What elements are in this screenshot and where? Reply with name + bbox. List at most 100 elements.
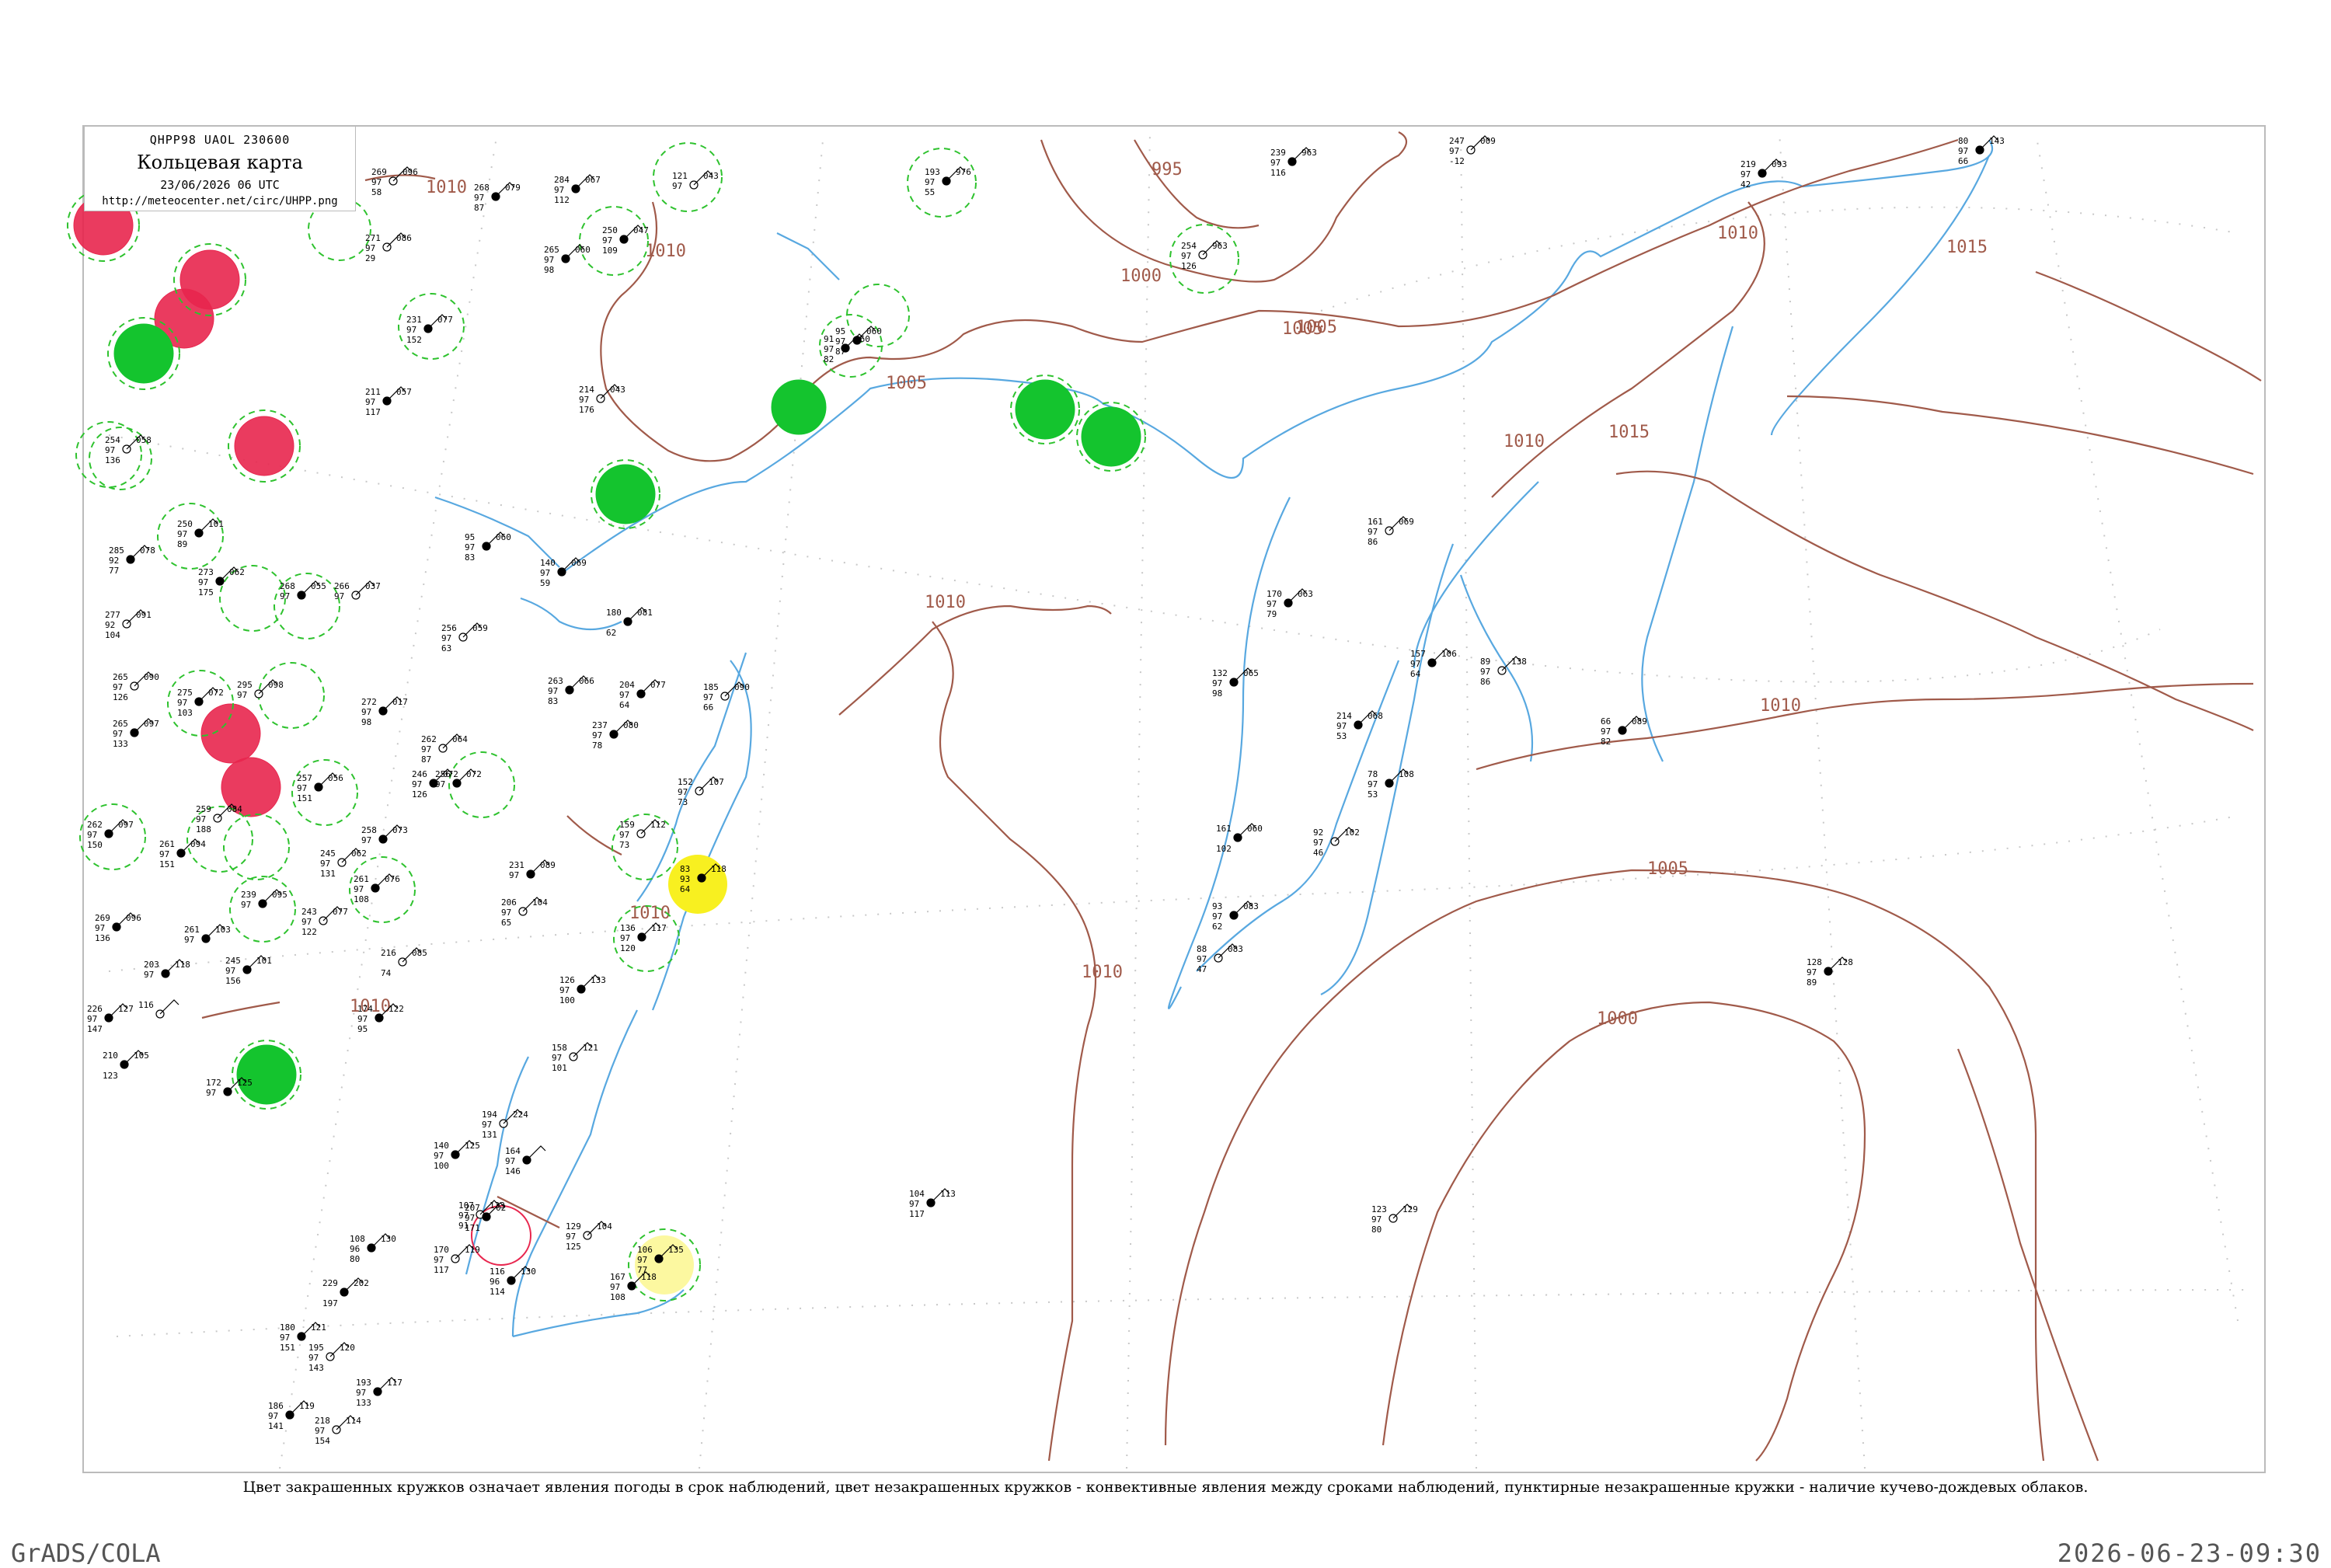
station-pressure: 130 [521, 1267, 536, 1277]
station-dewpoint: 64 [1410, 669, 1421, 679]
station-temp: 271 [365, 233, 381, 243]
station-temp: 265 [113, 672, 128, 682]
station-pressure: 066 [579, 676, 594, 686]
station-weather-code: 97 [297, 783, 307, 793]
station-weather-code: 97 [1410, 659, 1420, 669]
station-pressure: 096 [402, 167, 418, 177]
station-temp: 226 [87, 1004, 103, 1014]
station-weather-code: 97 [434, 1151, 444, 1161]
station-weather-code: 97 [184, 935, 194, 945]
station-pressure: 093 [1772, 159, 1787, 169]
station-weather-code: 97 [637, 1255, 647, 1265]
station-dewpoint: 77 [109, 566, 119, 576]
station-dewpoint: 125 [566, 1242, 581, 1252]
station-pressure: 122 [388, 1004, 404, 1014]
isobar-label: 1000 [1597, 1009, 1638, 1029]
station-temp: 262 [87, 820, 103, 830]
station-weather-code: 97 [619, 830, 629, 840]
station-temp: 254 [1181, 241, 1197, 251]
station-pressure: 113 [940, 1189, 956, 1199]
station-weather-code: 97 [474, 193, 484, 203]
station-pressure: 077 [650, 680, 666, 690]
station-dewpoint: 150 [87, 840, 103, 850]
station-temp: 128 [1807, 957, 1822, 967]
station-pressure: 976 [956, 167, 971, 177]
station-weather-code: 97 [280, 1333, 290, 1343]
station-pressure: 128 [1838, 957, 1853, 967]
station-weather-code: 97 [554, 185, 564, 195]
station-temp: 229 [322, 1278, 338, 1288]
station-dewpoint: 146 [505, 1166, 521, 1176]
station-dewpoint: 86 [1480, 677, 1490, 687]
station-temp: 140 [434, 1141, 449, 1151]
station-temp: 273 [198, 567, 214, 577]
station-pressure: 083 [1243, 901, 1259, 911]
station-dewpoint: 126 [113, 692, 128, 702]
station-dewpoint: 176 [579, 405, 594, 415]
station-dewpoint: 175 [198, 587, 214, 598]
station-dewpoint: 117 [434, 1265, 449, 1275]
station-dewpoint: 98 [544, 265, 554, 275]
station-temp: 186 [268, 1401, 284, 1411]
station-dewpoint: 171 [465, 1223, 480, 1233]
station-pressure: 106 [1441, 649, 1457, 659]
station-dewpoint: 131 [482, 1130, 497, 1140]
green-filled-circle [236, 1044, 297, 1105]
station-temp: 121 [672, 171, 688, 181]
isobar-label: 1015 [1608, 423, 1650, 442]
station-weather-code: 97 [356, 1388, 366, 1398]
station-weather-code: 97 [354, 884, 364, 894]
station-weather-code: 97 [1368, 527, 1378, 537]
station-dewpoint: 136 [95, 933, 110, 943]
station-pressure: 060 [575, 245, 591, 255]
station-pressure: 083 [1228, 944, 1243, 954]
isobar-label: 1010 [645, 242, 686, 261]
station-temp: 174 [357, 1004, 373, 1014]
station-weather-code: 92 [109, 556, 119, 566]
station-temp: 261 [184, 925, 200, 935]
station-weather-code: 97 [1958, 146, 1968, 156]
station-temp: 250 [177, 519, 193, 529]
station-dewpoint: 116 [1270, 168, 1286, 178]
station-weather-code: 97 [308, 1353, 319, 1363]
station-pressure: 081 [637, 608, 653, 618]
station-weather-code: 97 [87, 830, 97, 840]
station-pressure: 089 [540, 860, 556, 870]
station-dewpoint: 80 [350, 1254, 360, 1264]
isobar-label: 995 [1152, 160, 1183, 179]
station-dewpoint: 143 [308, 1363, 324, 1373]
station-weather-code: 97 [552, 1053, 562, 1063]
station-weather-code: 97 [357, 1014, 368, 1024]
station-dewpoint: 152 [406, 335, 422, 345]
station-weather-code: 97 [159, 849, 169, 859]
render-timestamp: 2026-06-23-09:30 [2057, 1538, 2322, 1568]
station-pressure: 078 [140, 545, 155, 556]
station-weather-code: 97 [1480, 667, 1490, 677]
station-pressure: 090 [144, 672, 159, 682]
station-pressure: 097 [144, 719, 159, 729]
station-temp: 195 [308, 1343, 324, 1353]
station-temp: 132 [1212, 668, 1228, 678]
station-temp: 193 [925, 167, 940, 177]
station-dewpoint: 98 [1212, 688, 1222, 699]
station-dewpoint: 114 [490, 1287, 505, 1297]
station-temp: 263 [548, 676, 563, 686]
station-dewpoint: 62 [1212, 922, 1222, 932]
station-weather-code: 97 [909, 1199, 919, 1209]
station-weather-code: 97 [315, 1426, 325, 1436]
station-temp: 262 [421, 734, 437, 744]
station-dewpoint: 151 [297, 793, 312, 803]
station-pressure: 090 [734, 682, 750, 692]
station-dewpoint: 95 [357, 1024, 368, 1034]
station-temp: 83 [680, 864, 690, 874]
station-weather-code: 97 [672, 181, 682, 191]
station-dewpoint: 29 [365, 253, 375, 263]
station-dewpoint: 133 [113, 739, 128, 749]
station-pressure: 072 [466, 769, 482, 779]
station-dewpoint: 62 [606, 628, 616, 638]
station-temp: 275 [177, 688, 193, 698]
station-pressure: 080 [623, 720, 639, 730]
station-dewpoint: 86 [1368, 537, 1378, 547]
station-temp: 204 [619, 680, 635, 690]
station-pressure: 117 [651, 923, 667, 933]
